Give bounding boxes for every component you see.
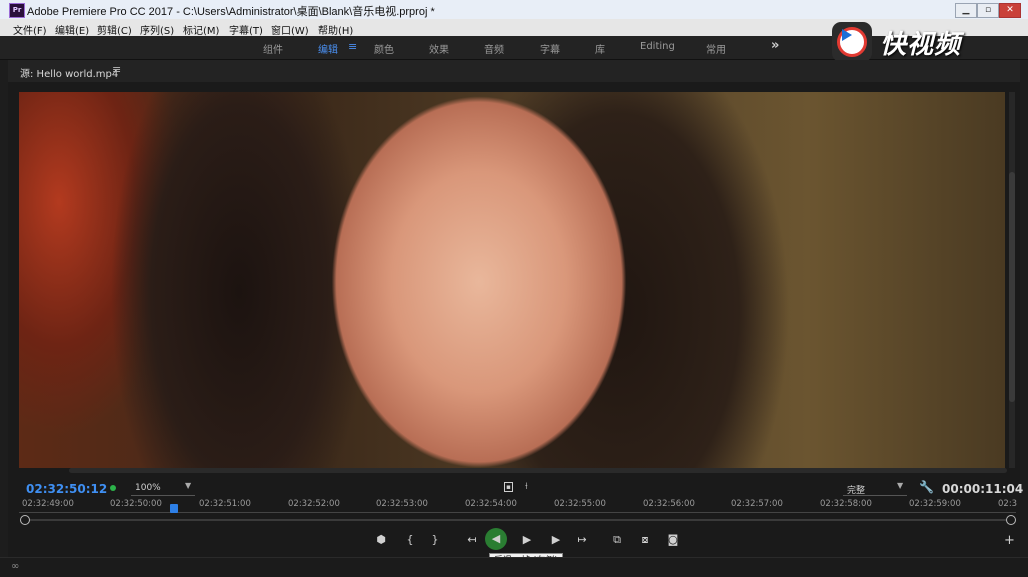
insert-button[interactable]: ⧉ [609,532,625,548]
workspace-tab-audio[interactable]: 音频 [484,41,504,56]
ruler-tick-label: 02:3 [998,499,1018,509]
menu-title[interactable]: 字幕(T) [229,22,263,37]
ruler-tick-label: 02:32:58:00 [820,499,872,509]
chevron-down-icon: ▼ [897,481,904,490]
panel-menu-icon[interactable]: ≡ [112,63,121,76]
overwrite-button[interactable]: ⧇ [637,532,653,548]
mark-out-button[interactable]: } [427,532,443,548]
menu-marker[interactable]: 标记(M) [183,22,219,37]
drag-video-icon[interactable]: ▪ [504,482,513,492]
chevron-down-icon: ▼ [185,481,192,490]
zoom-scrollbar[interactable] [20,515,1016,525]
go-to-out-button[interactable]: ↦ [574,532,590,548]
go-to-in-button[interactable]: ↤ [464,532,480,548]
menu-file[interactable]: 文件(F) [13,22,47,37]
time-ruler[interactable]: 02:32:49:00 02:32:50:00 02:32:51:00 02:3… [19,499,1018,519]
workspace-bar: 组件 编辑 ≡ 颜色 效果 音频 字幕 库 Editing 常用 » [0,36,1028,60]
duration-timecode: 00:00:11:04 [942,482,1024,496]
minimize-button[interactable]: ▁ [955,3,977,18]
status-link-icon: ∞ [11,561,20,572]
ruler-tick-label: 02:32:56:00 [643,499,695,509]
zoom-value: 100% [135,483,161,493]
ruler-line [19,512,1016,513]
step-back-button[interactable]: ◀ [485,528,507,550]
menu-clip[interactable]: 剪辑(C) [97,22,132,37]
menu-bar: 文件(F) 编辑(E) 剪辑(C) 序列(S) 标记(M) 字幕(T) 窗口(W… [0,19,1028,37]
workspace-tab-editing[interactable]: 编辑 [318,41,338,56]
ruler-tick-label: 02:32:52:00 [288,499,340,509]
play-button[interactable]: ▶ [519,532,535,548]
ruler-tick-label: 02:32:53:00 [376,499,428,509]
ruler-tick-label: 02:32:50:00 [110,499,162,509]
workspace-tab-color[interactable]: 颜色 [374,41,394,56]
premiere-logo-icon: Pr [9,3,25,18]
wrench-icon[interactable]: 🔧 [919,480,934,494]
menu-help[interactable]: 帮助(H) [318,22,353,37]
playhead-icon[interactable] [170,504,178,513]
ruler-tick-label: 02:32:54:00 [465,499,517,509]
workspace-menu-icon[interactable]: ≡ [348,40,357,53]
maximize-button[interactable]: ▫ [977,3,999,18]
button-editor-plus-button[interactable]: + [1004,533,1015,548]
workspace-tab-editing-en[interactable]: Editing [640,41,675,52]
source-panel-header: 源: Hello world.mp4 ≡ [8,60,1020,82]
scrollbar-thumb[interactable] [1009,172,1015,402]
quality-value: 完整 [847,486,866,496]
window-title: Adobe Premiere Pro CC 2017 - C:\Users\Ad… [27,6,435,18]
status-dot-icon [110,485,116,491]
workspace-tab-titles[interactable]: 字幕 [540,41,560,56]
drag-audio-icon[interactable]: ⟊ [525,481,528,492]
menu-edit[interactable]: 编辑(E) [55,22,89,37]
workspace-tab-effects[interactable]: 效果 [429,41,449,56]
ruler-tick-label: 02:32:49:00 [22,499,74,509]
watermark-logo-icon [832,22,872,62]
zoom-select[interactable]: 100% ▼ [131,481,195,496]
ruler-tick-label: 02:32:59:00 [909,499,961,509]
video-preview[interactable] [19,92,1005,468]
watermark-text: 快视频 [880,30,962,60]
status-bar: ∞ [0,557,1028,577]
source-panel-title[interactable]: 源: Hello world.mp4 [20,65,118,80]
current-timecode[interactable]: 02:32:50:12 [26,482,107,496]
mark-in-button[interactable]: { [402,532,418,548]
zoom-handle-right[interactable] [1006,515,1016,525]
ruler-tick-label: 02:32:55:00 [554,499,606,509]
add-marker-button[interactable]: ⬢ [373,532,389,548]
playback-resolution-select[interactable]: 完整 ▼ [843,481,907,496]
workspace-tab-libraries[interactable]: 库 [595,41,605,56]
export-frame-camera-icon[interactable]: ◙ [665,532,681,548]
more-workspaces-icon[interactable]: » [771,38,779,53]
ruler-tick-label: 02:32:51:00 [199,499,251,509]
vertical-scrollbar[interactable] [1009,92,1015,468]
step-forward-button[interactable]: ▶ [548,532,564,548]
zoom-handle-left[interactable] [20,515,30,525]
workspace-tab-assembly[interactable]: 组件 [263,41,283,56]
ruler-tick-label: 02:32:57:00 [731,499,783,509]
title-bar: Pr Adobe Premiere Pro CC 2017 - C:\Users… [0,0,1028,19]
horizontal-scrollbar[interactable] [69,468,1007,473]
workspace-tab-common[interactable]: 常用 [706,41,726,56]
menu-window[interactable]: 窗口(W) [271,22,309,37]
close-button[interactable]: ✕ [999,3,1021,18]
menu-sequence[interactable]: 序列(S) [140,22,174,37]
